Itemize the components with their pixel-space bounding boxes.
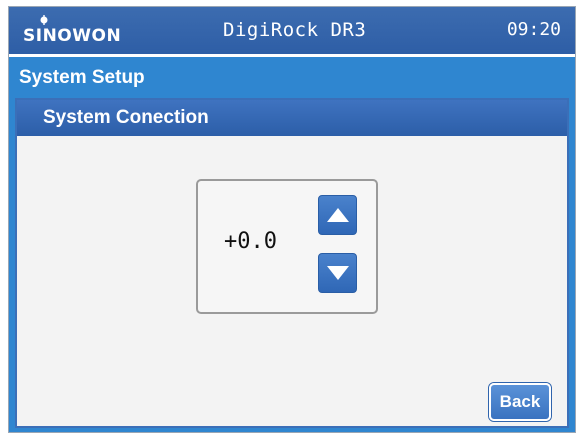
- product-name: DigiRock DR3: [223, 19, 367, 41]
- clock: 09:20: [506, 19, 561, 40]
- value-display: +0.0: [224, 229, 277, 254]
- device-screen: SINOWON DigiRock DR3 09:20 System Setup …: [8, 6, 576, 433]
- screen-title: System Setup: [19, 67, 145, 88]
- value-stepper: +0.0: [196, 179, 378, 314]
- status-bar: SINOWON DigiRock DR3 09:20: [9, 7, 575, 54]
- panel-title: System Conection: [43, 107, 209, 128]
- main-frame: System Setup System Conection +0.0 Back: [9, 57, 575, 432]
- panel-header: System Conection: [17, 100, 567, 136]
- logo-mark-icon: [40, 15, 48, 25]
- brand-name: SINOWON: [23, 26, 122, 46]
- connection-panel: System Conection +0.0 Back: [15, 98, 569, 428]
- triangle-up-icon: [326, 208, 349, 222]
- back-button-label: Back: [499, 392, 541, 411]
- back-button[interactable]: Back: [489, 383, 551, 421]
- decrement-button[interactable]: [318, 253, 357, 293]
- triangle-down-icon: [326, 266, 349, 280]
- increment-button[interactable]: [318, 195, 357, 235]
